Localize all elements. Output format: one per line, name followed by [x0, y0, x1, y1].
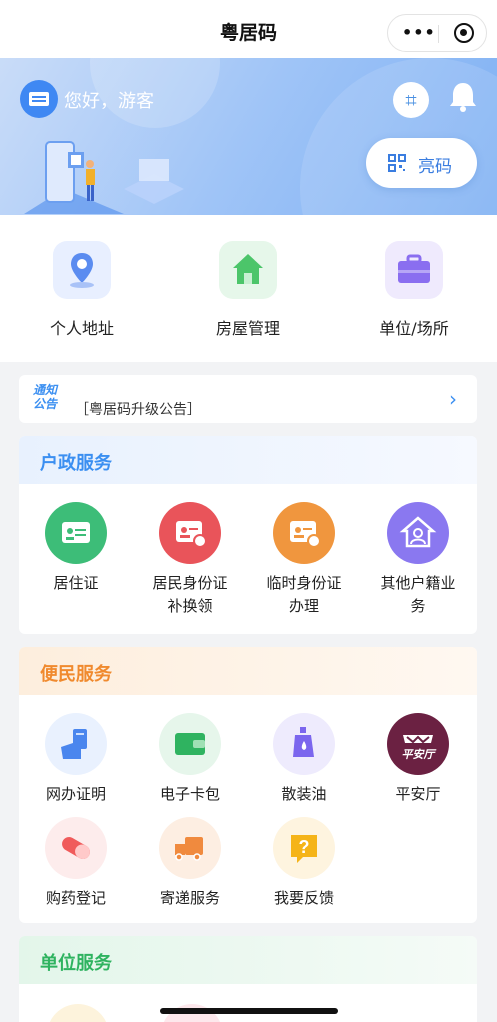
- notice-text: ［粤居码升级公告］: [75, 402, 201, 418]
- delivery-truck-icon: [159, 817, 221, 879]
- mini-program-capsule: •••: [387, 14, 487, 52]
- target-icon[interactable]: [454, 23, 474, 43]
- service-label: 购药登记: [45, 889, 106, 907]
- capsule-divider: [438, 25, 439, 43]
- service-label: 居民身份证补换领: [152, 574, 228, 615]
- id-card-icon[interactable]: [20, 80, 58, 118]
- service-delivery[interactable]: 寄递服务: [133, 817, 247, 910]
- pingan-logo-text: 平安厅: [401, 748, 435, 761]
- pingan-hall-logo: 平安厅: [387, 713, 449, 775]
- quick-item-personal-address[interactable]: 个人地址: [12, 241, 152, 339]
- service-other-household[interactable]: 其他户籍业务: [361, 502, 475, 618]
- id-card-refresh-icon: [159, 502, 221, 564]
- quick-item-unit-venue[interactable]: 单位/场所: [344, 241, 484, 339]
- quick-item-label: 个人地址: [49, 319, 114, 338]
- quick-item-label: 单位/场所: [379, 319, 449, 338]
- service-pingan-hall[interactable]: 平安厅 平安厅: [361, 713, 475, 806]
- notice-tag: 通知 公告: [33, 383, 67, 411]
- hero-banner: 您好，游客 ⌗ 亮码: [0, 58, 497, 215]
- service-feedback[interactable]: ? 我要反馈: [247, 817, 361, 910]
- oil-bottle-icon: [273, 713, 335, 775]
- house-icon: [219, 241, 277, 299]
- service-label: 居住证: [53, 574, 99, 592]
- wallet-icon: [159, 713, 221, 775]
- notice-tag-line: 公告: [33, 397, 58, 411]
- scan-icon[interactable]: ⌗: [393, 82, 429, 118]
- greeting-text[interactable]: 您好，游客: [64, 87, 154, 113]
- service-bulk-oil[interactable]: 散装油: [247, 713, 361, 806]
- service-temporary-id[interactable]: 临时身份证办理: [247, 502, 361, 618]
- qr-code-icon: [388, 154, 406, 172]
- pill-icon: [45, 817, 107, 879]
- household-services-card: 户政服务 居住证 居民身份证补换领 临时身份证办理 其他户籍业务: [19, 436, 477, 634]
- question-icon: ?: [273, 817, 335, 879]
- section-title: 单位服务: [40, 953, 112, 974]
- bell-icon[interactable]: [446, 80, 480, 114]
- show-code-label: 亮码: [418, 157, 452, 177]
- service-label: 其他户籍业务: [380, 574, 456, 615]
- service-residence-permit[interactable]: 居住证: [19, 502, 133, 595]
- service-label: 平安厅: [395, 785, 441, 803]
- service-e-card-wallet[interactable]: 电子卡包: [133, 713, 247, 806]
- service-label: 电子卡包: [159, 785, 220, 803]
- document-hand-icon: [45, 713, 107, 775]
- service-id-card-reissue[interactable]: 居民身份证补换领: [133, 502, 247, 618]
- more-dots-icon[interactable]: •••: [402, 23, 436, 42]
- section-title: 户政服务: [40, 453, 112, 474]
- service-label: 我要反馈: [273, 889, 334, 907]
- notice-bar[interactable]: 通知 公告 ［粤居码升级公告］ ›: [19, 375, 477, 423]
- card-header: 单位服务: [19, 936, 477, 984]
- id-card-temporary-icon: [273, 502, 335, 564]
- svg-text:?: ?: [299, 837, 310, 857]
- card-header: 户政服务: [19, 436, 477, 484]
- home-indicator[interactable]: [160, 1008, 338, 1014]
- show-code-button[interactable]: 亮码: [366, 138, 477, 188]
- quick-item-label: 房屋管理: [215, 319, 280, 338]
- convenience-services-card: 便民服务 网办证明 电子卡包 散装油 平安厅 平安厅 购药登记 寄递服务 ? 我…: [19, 647, 477, 923]
- banner-illustration: [24, 141, 184, 214]
- service-medicine-registration[interactable]: 购药登记: [19, 817, 133, 910]
- quick-item-house-management[interactable]: 房屋管理: [178, 241, 318, 339]
- top-bar: 粤居码 •••: [0, 0, 497, 58]
- id-card-icon: [45, 502, 107, 564]
- chevron-right-icon: ›: [449, 387, 457, 411]
- service-label: 散装油: [281, 785, 327, 803]
- service-online-certificate[interactable]: 网办证明: [19, 713, 133, 806]
- quick-access-panel: 个人地址 房屋管理 单位/场所: [0, 215, 497, 362]
- briefcase-icon: [385, 241, 443, 299]
- service-label: 临时身份证办理: [266, 574, 342, 615]
- card-header: 便民服务: [19, 647, 477, 695]
- notice-tag-line: 通知: [33, 383, 58, 397]
- service-label: 网办证明: [45, 785, 106, 803]
- service-label: 寄递服务: [159, 889, 220, 907]
- house-user-icon: [387, 502, 449, 564]
- location-icon: [53, 241, 111, 299]
- section-title: 便民服务: [40, 664, 112, 685]
- unit-service-icon[interactable]: [47, 1004, 109, 1022]
